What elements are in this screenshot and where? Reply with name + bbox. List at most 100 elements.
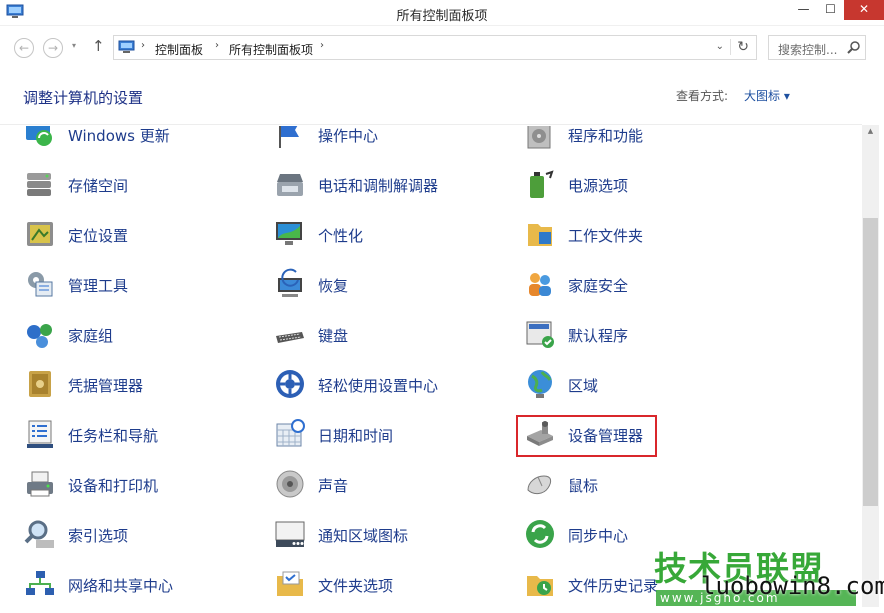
up-button[interactable]: ↑ [92,37,105,55]
item-label[interactable]: 设备和打印机 [68,475,158,496]
forward-button[interactable]: → [43,38,63,58]
refresh-button[interactable]: ↻ [730,39,749,55]
maximize-button[interactable]: ☐ [817,0,844,20]
item-label[interactable]: 工作文件夹 [568,225,643,246]
item-personalization[interactable]: 个性化 [274,210,514,256]
item-label[interactable]: 日期和时间 [318,425,393,446]
item-folder-options[interactable]: 文件夹选项 [274,560,514,606]
breadcrumb-separator[interactable]: › [215,40,219,51]
window-title: 所有控制面板项 [396,9,488,24]
item-label[interactable]: 网络和共享中心 [68,575,173,596]
item-label[interactable]: 声音 [318,475,348,496]
item-family-safety[interactable]: 家庭安全 [524,260,764,306]
item-taskbar-navigation[interactable]: 任务栏和导航 [24,410,264,456]
breadcrumb-control-panel[interactable]: 控制面板 [155,41,203,58]
item-label[interactable]: 轻松使用设置中心 [318,375,438,396]
item-homegroup[interactable]: 家庭组 [24,310,264,356]
family-safety-icon [529,273,551,296]
item-label[interactable]: 个性化 [318,225,363,246]
recovery-icon [278,268,302,297]
item-label[interactable]: 程序和功能 [568,126,643,146]
keyboard-icon [276,332,304,343]
mouse-icon [527,475,552,495]
item-label[interactable]: 家庭安全 [568,275,628,296]
item-date-time[interactable]: 日期和时间 [274,410,514,456]
item-credential-manager[interactable]: 凭据管理器 [24,360,264,406]
item-label[interactable]: Windows 更新 [68,126,170,146]
minimize-button[interactable]: — [790,0,817,20]
item-location-settings[interactable]: 定位设置 [24,210,264,256]
close-button[interactable]: ✕ [844,0,884,20]
network-sharing-icon [26,571,54,595]
address-dropdown-button[interactable]: ⌄ [716,41,724,52]
item-label[interactable]: 电话和调制解调器 [318,175,438,196]
item-label[interactable]: 存储空间 [68,175,128,196]
address-bar[interactable]: › 控制面板 › 所有控制面板项 › ⌄ ↻ [113,35,757,60]
breadcrumb-separator[interactable]: › [320,40,324,51]
storage-spaces-icon [27,173,51,196]
device-manager-highlight-box [516,415,657,457]
item-region[interactable]: 区域 [524,360,764,406]
item-ease-of-access[interactable]: 轻松使用设置中心 [274,360,514,406]
item-label[interactable]: 凭据管理器 [68,375,143,396]
region-globe-icon [528,370,552,398]
item-label[interactable]: 索引选项 [68,525,128,546]
credential-manager-icon [29,371,51,397]
item-devices-printers[interactable]: 设备和打印机 [24,460,264,506]
search-placeholder[interactable]: 搜索控制... [778,41,837,58]
item-keyboard[interactable]: 键盘 [274,310,514,356]
item-work-folders[interactable]: 工作文件夹 [524,210,764,256]
item-network-sharing[interactable]: 网络和共享中心 [24,560,264,606]
item-notification-area[interactable]: 通知区域图标 [274,510,514,556]
back-button[interactable]: ← [14,38,34,58]
item-windows-update[interactable]: Windows 更新 [24,126,264,156]
folder-options-icon [277,571,303,596]
personalization-icon [276,222,302,245]
item-label[interactable]: 管理工具 [68,275,128,296]
item-programs-features[interactable]: 程序和功能 [524,126,764,156]
item-label[interactable]: 家庭组 [68,325,113,346]
item-recovery[interactable]: 恢复 [274,260,514,306]
action-center-flag-icon [279,126,299,148]
item-label[interactable]: 鼠标 [568,475,598,496]
item-action-center[interactable]: 操作中心 [274,126,514,156]
page-title: 调整计算机的设置 [23,89,144,107]
scrollbar-thumb[interactable] [863,218,878,506]
item-label[interactable]: 键盘 [318,325,348,346]
item-mouse[interactable]: 鼠标 [524,460,764,506]
item-power-options[interactable]: 电源选项 [524,160,764,206]
taskbar-navigation-icon [27,420,53,448]
item-label[interactable]: 操作中心 [318,126,378,146]
item-label[interactable]: 恢复 [318,275,348,296]
item-label[interactable]: 通知区域图标 [318,525,408,546]
item-indexing-options[interactable]: 索引选项 [24,510,264,556]
item-label[interactable]: 文件夹选项 [318,575,393,596]
item-label[interactable]: 区域 [568,375,598,396]
item-label[interactable]: 定位设置 [68,225,128,246]
item-label[interactable]: 文件历史记录 [568,575,658,596]
header-divider [0,124,862,125]
item-label[interactable]: 任务栏和导航 [68,425,158,446]
sound-speaker-icon [276,470,304,498]
admin-tools-icon [28,272,53,297]
view-by-dropdown[interactable]: 大图标 ▾ [744,87,790,104]
item-admin-tools[interactable]: 管理工具 [24,260,264,306]
breadcrumb-all-items[interactable]: 所有控制面板项 [229,41,313,58]
search-icon[interactable] [847,40,861,54]
phone-modem-icon [277,174,303,196]
item-phone-modem[interactable]: 电话和调制解调器 [274,160,514,206]
recent-locations-button[interactable]: ▾ [72,41,76,50]
item-label[interactable]: 默认程序 [568,325,628,346]
item-sound[interactable]: 声音 [274,460,514,506]
file-history-icon [527,576,553,596]
item-label[interactable]: 电源选项 [568,175,628,196]
scroll-up-arrow-icon[interactable]: ▲ [862,127,879,139]
indexing-options-icon [24,520,54,548]
search-box[interactable]: 搜索控制... [768,35,866,60]
notification-area-icon [275,521,305,547]
breadcrumb-separator[interactable]: › [141,40,145,51]
item-label[interactable]: 同步中心 [568,525,628,546]
item-storage-spaces[interactable]: 存储空间 [24,160,264,206]
navigation-bar: ← → ▾ ↑ › 控制面板 › 所有控制面板项 › ⌄ ↻ 搜索控制... [0,26,884,66]
item-default-programs[interactable]: 默认程序 [524,310,764,356]
